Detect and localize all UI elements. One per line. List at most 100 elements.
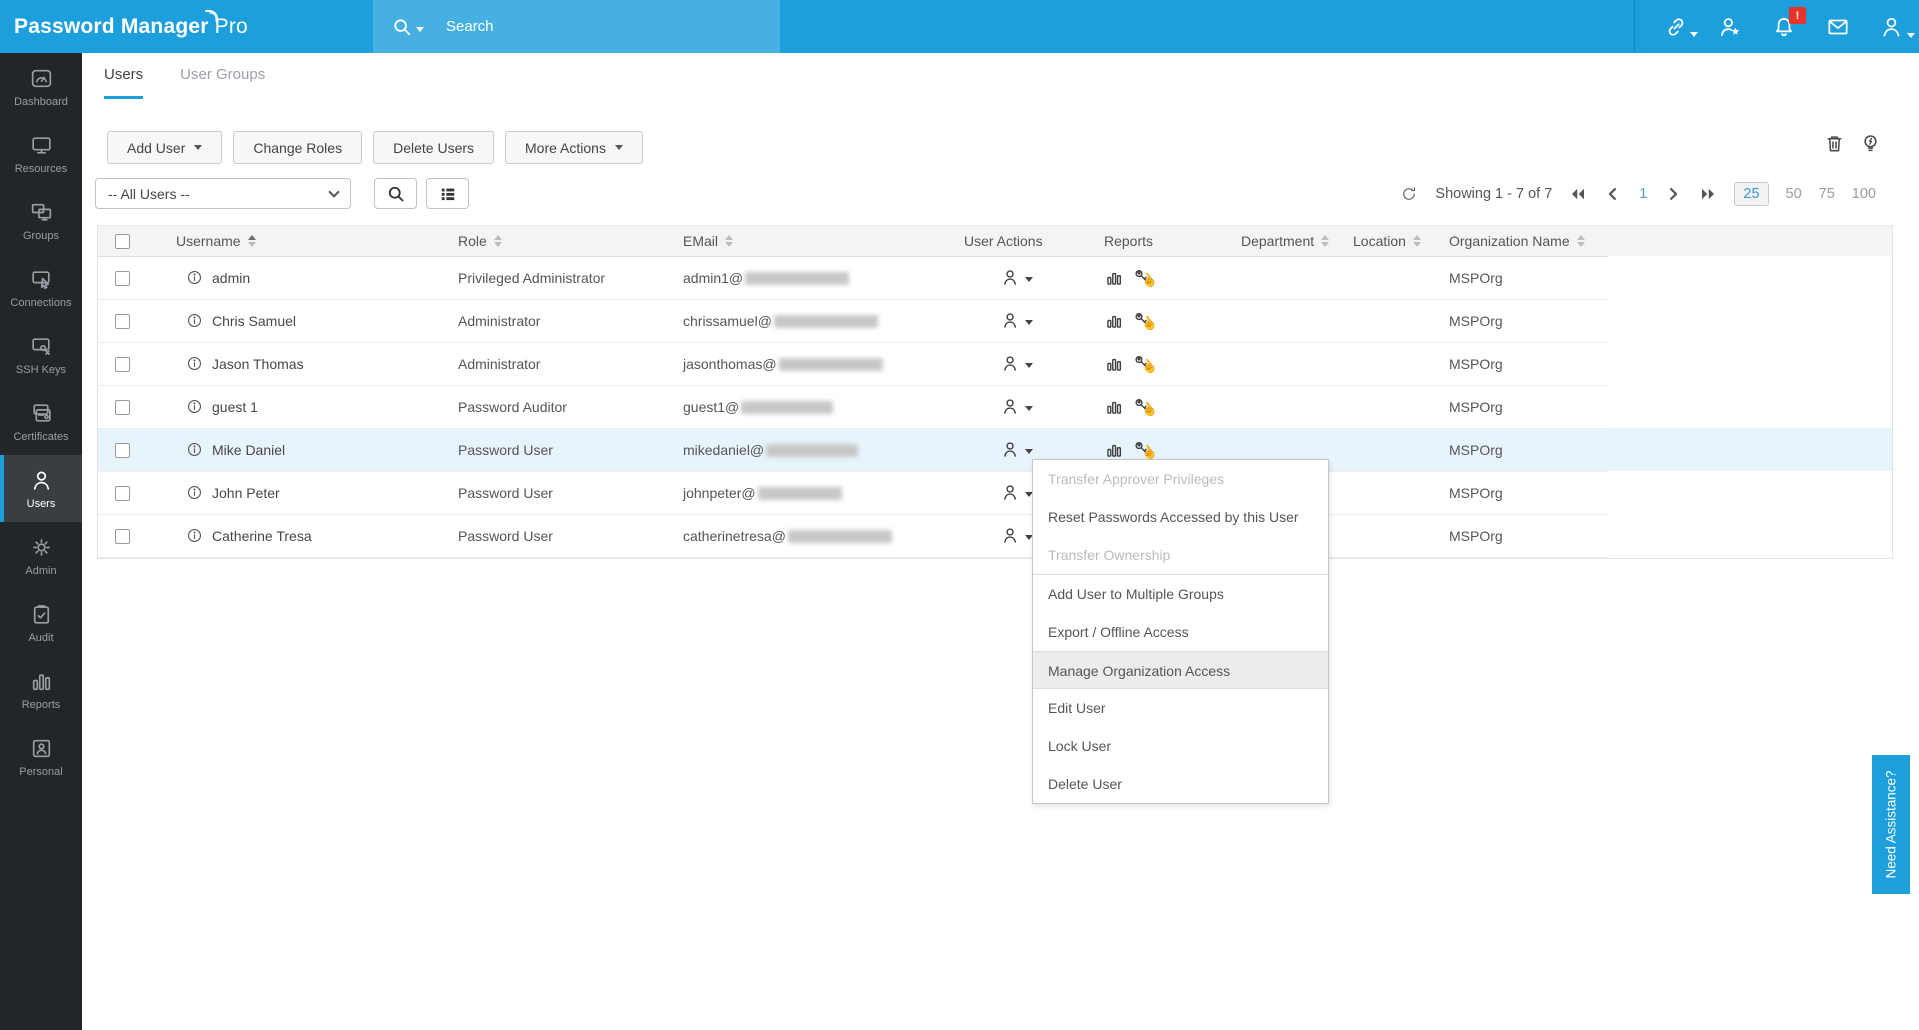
- tips-bulb-icon[interactable]: [1859, 132, 1882, 155]
- menu-item-reset-passwords[interactable]: Reset Passwords Accessed by this User: [1033, 498, 1328, 536]
- page-size-100[interactable]: 100: [1852, 186, 1876, 202]
- next-page-button[interactable]: [1664, 185, 1682, 203]
- user-report-icon[interactable]: [1104, 267, 1125, 288]
- column-header-role[interactable]: Role: [458, 233, 502, 249]
- row-checkbox[interactable]: [114, 270, 130, 286]
- sidebar-item-label: Personal: [19, 765, 63, 778]
- info-icon[interactable]: [186, 355, 203, 372]
- delete-users-button[interactable]: Delete Users: [373, 131, 495, 164]
- password-access-report-icon[interactable]: ☝: [1132, 439, 1160, 463]
- menu-item-export-offline-access[interactable]: Export / Offline Access: [1033, 613, 1328, 651]
- notification-badge: !: [1789, 7, 1806, 24]
- page-size-50[interactable]: 50: [1786, 186, 1802, 202]
- row-checkbox[interactable]: [114, 399, 130, 415]
- sidebar-item-dashboard[interactable]: Dashboard: [0, 53, 82, 120]
- personal-icon: [32, 739, 50, 757]
- menu-item-delete-user[interactable]: Delete User: [1033, 765, 1328, 803]
- info-icon[interactable]: [186, 484, 203, 501]
- username-text: Chris Samuel: [212, 312, 297, 329]
- user-actions-button[interactable]: [950, 310, 1092, 331]
- password-access-report-icon[interactable]: ☝: [1132, 310, 1160, 334]
- sort-icon: [1412, 234, 1421, 247]
- sidebar-item-audit[interactable]: Audit: [0, 589, 82, 656]
- column-header-username[interactable]: Username: [176, 233, 256, 249]
- change-roles-button[interactable]: Change Roles: [233, 131, 363, 164]
- row-checkbox[interactable]: [114, 442, 130, 458]
- search-users-button[interactable]: [374, 178, 417, 209]
- notifications-button[interactable]: !: [1757, 0, 1811, 53]
- quick-link-button[interactable]: [1649, 0, 1703, 53]
- user-actions-button[interactable]: [950, 353, 1092, 374]
- previous-page-button[interactable]: [1604, 185, 1622, 203]
- password-access-report-icon[interactable]: ☝: [1132, 396, 1160, 420]
- sidebar-item-resources[interactable]: Resources: [0, 120, 82, 187]
- change-roles-label: Change Roles: [253, 139, 343, 156]
- dashboard-icon: [31, 69, 51, 87]
- user-report-icon[interactable]: [1104, 439, 1125, 460]
- info-icon[interactable]: [186, 527, 203, 544]
- user-favorites-button[interactable]: [1703, 0, 1757, 53]
- row-checkbox[interactable]: [114, 356, 130, 372]
- add-user-button[interactable]: Add User: [107, 131, 223, 164]
- column-header-email[interactable]: EMail: [683, 233, 734, 249]
- sidebar-item-groups[interactable]: Groups: [0, 187, 82, 254]
- menu-item-manage-organization-access[interactable]: Manage Organization Access: [1033, 651, 1328, 689]
- select-all-checkbox[interactable]: [114, 234, 130, 250]
- info-icon[interactable]: [186, 312, 203, 329]
- sidebar-item-admin[interactable]: Admin: [0, 522, 82, 589]
- page-size-75[interactable]: 75: [1819, 186, 1835, 202]
- email-text: chrissamuel@: [683, 312, 772, 329]
- global-search[interactable]: Search: [373, 0, 780, 53]
- user-actions-button[interactable]: [950, 267, 1092, 288]
- tab-users[interactable]: Users: [104, 66, 144, 99]
- user-actions-button[interactable]: [950, 396, 1092, 417]
- more-actions-button[interactable]: More Actions: [505, 131, 643, 164]
- need-assistance-tab[interactable]: Need Assistance?: [1872, 755, 1910, 894]
- trash-icon[interactable]: [1823, 132, 1846, 155]
- last-page-button[interactable]: [1699, 185, 1717, 203]
- column-header-organization[interactable]: Organization Name: [1449, 233, 1585, 249]
- pagination-summary: Showing 1 - 7 of 7: [1435, 185, 1553, 202]
- sidebar-item-connections[interactable]: Connections: [0, 254, 82, 321]
- info-icon[interactable]: [186, 269, 203, 286]
- search-scope-caret-icon[interactable]: [416, 27, 424, 32]
- column-view-button[interactable]: [426, 178, 469, 209]
- sidebar-item-label: Reports: [21, 698, 61, 711]
- row-checkbox[interactable]: [114, 528, 130, 544]
- menu-item-add-user-to-multiple-groups[interactable]: Add User to Multiple Groups: [1033, 575, 1328, 613]
- column-header-department[interactable]: Department: [1241, 233, 1330, 249]
- user-actions-caret-icon: [1025, 320, 1033, 325]
- sidebar-item-reports[interactable]: Reports: [0, 656, 82, 723]
- app-logo[interactable]: Password Manager Pro: [14, 0, 248, 53]
- refresh-icon[interactable]: [1400, 185, 1418, 203]
- messages-button[interactable]: [1811, 0, 1865, 53]
- password-access-report-icon[interactable]: ☝: [1132, 267, 1160, 291]
- row-checkbox[interactable]: [114, 485, 130, 501]
- tab-user-groups[interactable]: User Groups: [180, 66, 265, 99]
- info-icon[interactable]: [186, 398, 203, 415]
- first-page-button[interactable]: [1569, 185, 1587, 203]
- sidebar-item-ssh-keys[interactable]: SSH Keys: [0, 321, 82, 388]
- info-icon[interactable]: [186, 441, 203, 458]
- mail-icon: [1828, 19, 1848, 34]
- account-menu-button[interactable]: [1865, 0, 1919, 53]
- sidebar-item-certificates[interactable]: Certificates: [0, 388, 82, 455]
- top-bar: Password Manager Pro Search !: [0, 0, 1919, 53]
- column-header-location[interactable]: Location: [1353, 233, 1421, 249]
- table-row: admin Privileged Administrator admin1@ ☝…: [98, 256, 1892, 300]
- search-placeholder[interactable]: Search: [446, 18, 494, 35]
- user-report-icon[interactable]: [1104, 396, 1125, 417]
- sidebar-item-users[interactable]: Users: [0, 455, 82, 522]
- password-access-report-icon[interactable]: ☝: [1132, 353, 1160, 377]
- sidebar-item-personal[interactable]: Personal: [0, 723, 82, 790]
- user-report-icon[interactable]: [1104, 353, 1125, 374]
- page-size-25[interactable]: 25: [1734, 181, 1769, 206]
- sidebar-item-label: Connections: [10, 296, 72, 309]
- user-actions-button[interactable]: [950, 439, 1092, 460]
- menu-item-edit-user[interactable]: Edit User: [1033, 689, 1328, 727]
- page-number[interactable]: 1: [1639, 186, 1647, 202]
- user-filter-select[interactable]: -- All Users --: [95, 178, 351, 209]
- row-checkbox[interactable]: [114, 313, 130, 329]
- user-report-icon[interactable]: [1104, 310, 1125, 331]
- menu-item-lock-user[interactable]: Lock User: [1033, 727, 1328, 765]
